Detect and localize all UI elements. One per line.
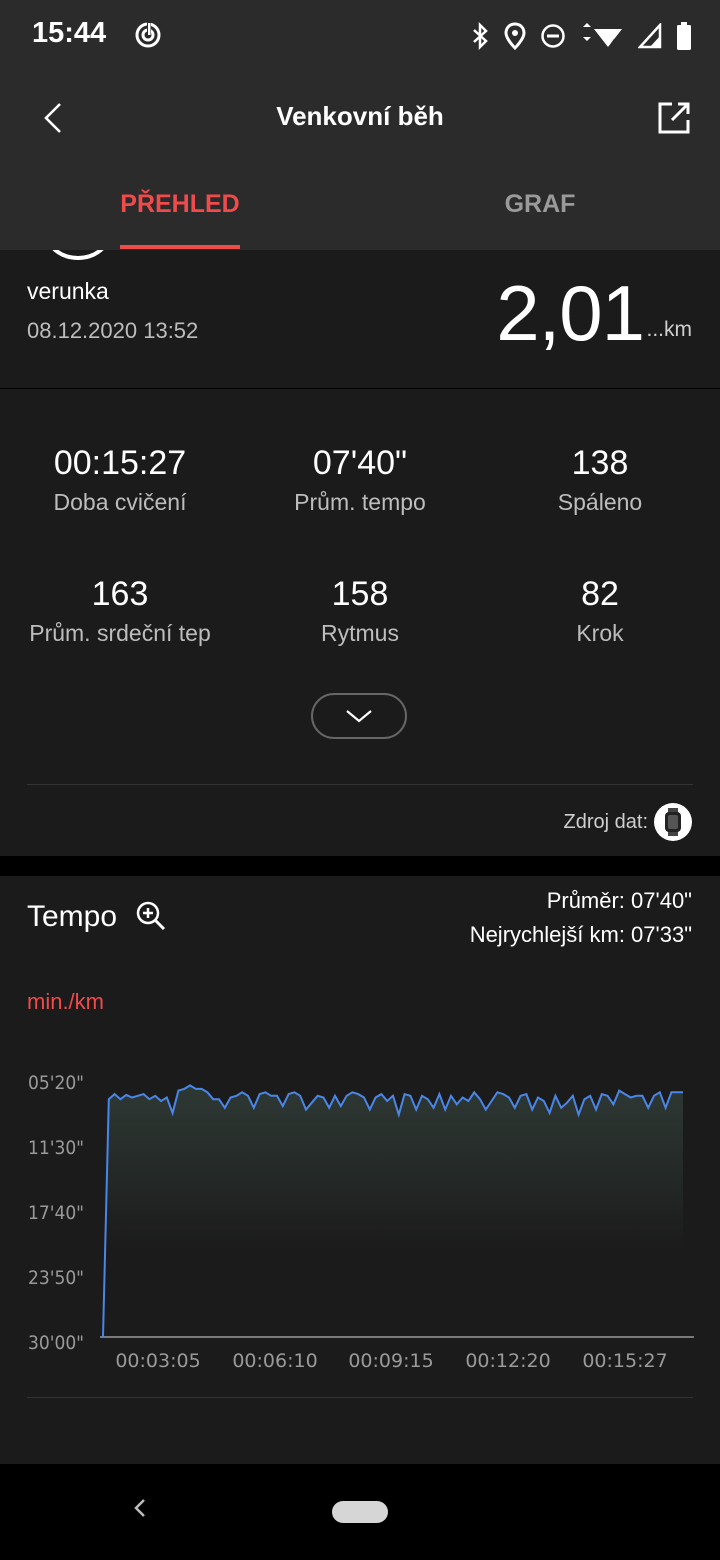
- distance-unit: ...km: [646, 318, 693, 341]
- status-time: 15:44: [32, 17, 107, 49]
- x-tick-label: 00:06:10: [232, 1350, 317, 1372]
- stat-calories: 138 Spáleno: [480, 444, 720, 516]
- y-tick-label: 30'00": [28, 1332, 84, 1354]
- divider: [27, 784, 693, 785]
- tempo-chart: 05'20" 11'30" 17'40" 23'50" 30'00" 00:03:05 0…: [28, 1072, 694, 1372]
- app-bar: Venkovní běh PŘEHLED GRAF: [0, 72, 720, 250]
- x-tick-label: 00:03:05: [115, 1350, 200, 1372]
- status-bar: 15:44 4: [0, 0, 720, 72]
- username: verunka: [27, 278, 109, 304]
- tempo-card: Tempo Průměr: 07'40" Nejrychlejší km: 07…: [0, 876, 720, 1464]
- workout-summary: verunka 08.12.2020 13:52 2,01 ...km: [0, 250, 720, 388]
- stat-label: Rytmus: [321, 620, 399, 646]
- chevron-down-icon: [346, 710, 372, 723]
- tab-overview[interactable]: PŘEHLED: [60, 190, 300, 219]
- stat-label: Krok: [576, 620, 624, 646]
- watch-device-icon[interactable]: [654, 803, 692, 841]
- stat-value: 82: [581, 575, 619, 613]
- stat-stride: 82 Krok: [480, 575, 720, 647]
- stat-avg-pace: 07'40" Prům. tempo: [240, 444, 480, 516]
- tempo-area: [103, 1085, 683, 1337]
- stat-value: 00:15:27: [53, 444, 187, 482]
- x-tick-label: 00:09:15: [348, 1350, 433, 1372]
- stat-value: 158: [331, 575, 389, 613]
- nav-home-pill[interactable]: [332, 1501, 388, 1523]
- avatar: [46, 250, 110, 260]
- stat-label: Prům. tempo: [294, 489, 426, 515]
- y-tick-label: 17'40": [28, 1202, 84, 1224]
- stat-avg-heart-rate: 163 Prům. srdeční tep: [0, 575, 240, 647]
- active-tab-indicator: [120, 245, 240, 249]
- nav-back-icon[interactable]: [126, 1494, 154, 1522]
- tab-graph[interactable]: GRAF: [420, 190, 660, 219]
- x-tick-label: 00:12:20: [465, 1350, 550, 1372]
- bluetooth-icon: [473, 22, 488, 50]
- y-tick-label: 11'30": [28, 1137, 84, 1159]
- expand-stats-button[interactable]: [311, 693, 407, 739]
- signal-icon: [638, 23, 662, 49]
- stat-duration: 00:15:27 Doba cvičení: [0, 444, 240, 516]
- data-source-label: Zdroj dat:: [563, 811, 648, 833]
- wifi-icon: 4: [583, 23, 622, 49]
- svg-text:4: 4: [610, 37, 617, 49]
- target-icon: [135, 21, 161, 48]
- divider: [27, 1397, 693, 1398]
- stat-label: Doba cvičení: [53, 489, 187, 515]
- battery-icon: [677, 22, 691, 50]
- stat-value: 138: [571, 444, 629, 482]
- workout-datetime: 08.12.2020 13:52: [27, 318, 199, 343]
- stat-label: Spáleno: [557, 489, 643, 515]
- stat-value: 07'40": [312, 444, 408, 482]
- stat-cadence: 158 Rytmus: [240, 575, 480, 647]
- page-title: Venkovní běh: [276, 101, 444, 131]
- dnd-icon: [541, 24, 565, 48]
- system-nav-bar: [0, 1464, 720, 1560]
- share-icon[interactable]: [650, 94, 698, 142]
- smartwatch-icon: [665, 808, 681, 836]
- location-icon: [504, 22, 526, 50]
- stat-value: 163: [91, 575, 149, 613]
- x-tick-label: 00:15:27: [582, 1350, 667, 1372]
- stats-panel: 00:15:27 Doba cvičení 07'40" Prům. tempo…: [0, 389, 720, 856]
- stat-label: Prům. srdeční tep: [29, 620, 211, 646]
- y-tick-label: 23'50": [28, 1267, 84, 1289]
- distance-value: 2,01: [496, 269, 645, 357]
- y-tick-label: 05'20": [28, 1072, 84, 1094]
